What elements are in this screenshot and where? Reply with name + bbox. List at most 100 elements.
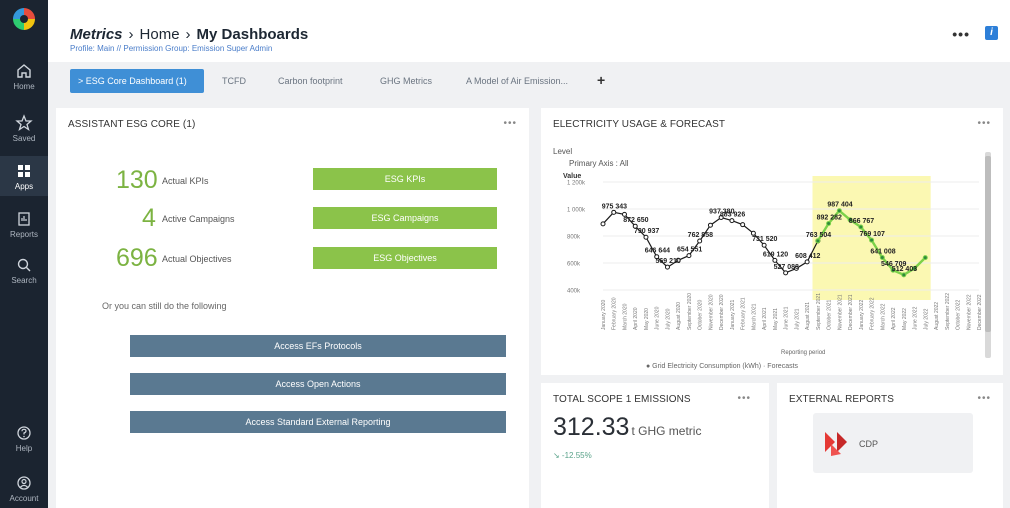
esg-kpis-button[interactable]: ESG KPIs (313, 168, 497, 190)
esg-objectives-button[interactable]: ESG Objectives (313, 247, 497, 269)
x-tick-label: July 2020 (665, 308, 671, 330)
data-label: 646 644 (645, 248, 670, 255)
panel-title: EXTERNAL REPORTS (789, 394, 894, 405)
x-tick-label: February 2022 (870, 297, 876, 330)
data-label: 769 107 (860, 231, 885, 238)
access-external-reporting-button[interactable]: Access Standard External Reporting (130, 411, 506, 433)
chart-scrollbar-thumb[interactable] (985, 156, 991, 332)
esg-campaigns-button[interactable]: ESG Campaigns (313, 207, 497, 229)
cdp-report-card[interactable]: CDP (813, 413, 973, 473)
chart-legend: ● Grid Electricity Consumption (kWh) · F… (646, 363, 799, 370)
data-point (804, 259, 810, 265)
home-icon (17, 64, 31, 78)
sidebar-label-saved: Saved (12, 134, 36, 143)
info-icon[interactable]: i (985, 26, 998, 40)
x-tick-label: June 2020 (655, 306, 661, 330)
data-label: 569 210 (655, 258, 680, 265)
kpi-label-actual-objectives: Actual Objectives (162, 254, 232, 264)
sidebar-item-help[interactable]: Help (0, 420, 48, 456)
tab-tcfd[interactable]: TCFD (222, 69, 246, 93)
breadcrumb-my-dashboards[interactable]: My Dashboards (197, 26, 309, 43)
x-tick-label: November 2020 (708, 294, 714, 330)
data-label: 527 088 (774, 264, 799, 271)
data-label: 883 926 (720, 212, 745, 219)
x-tick-label: April 2020 (633, 307, 639, 330)
x-tick-label: March 2022 (880, 303, 886, 330)
data-point (836, 208, 842, 214)
access-efs-protocols-button[interactable]: Access EFs Protocols (130, 335, 506, 357)
kpi-label-active-campaigns: Active Campaigns (162, 214, 235, 224)
data-label: 762 858 (688, 232, 713, 239)
sidebar-item-saved[interactable]: Saved (0, 110, 48, 146)
panel-title: TOTAL SCOPE 1 EMISSIONS (553, 394, 691, 405)
data-label: 872 650 (623, 217, 648, 224)
sidebar-item-reports[interactable]: Reports (0, 206, 48, 242)
x-tick-label: February 2020 (612, 297, 618, 330)
search-icon (17, 258, 31, 272)
esg-core-panel: ASSISTANT ESG CORE (1) ••• 130 Actual KP… (56, 108, 529, 508)
apps-grid-icon (18, 165, 30, 177)
sidebar-label-search: Search (11, 276, 37, 285)
x-tick-label: October 2021 (827, 299, 833, 330)
kpi-label-actual-kpis: Actual KPIs (162, 176, 209, 186)
more-options-button[interactable]: ••• (952, 26, 970, 42)
tab-air-emission-model[interactable]: A Model of Air Emission... (466, 69, 568, 93)
hint-text: Or you can still do the following (102, 301, 227, 311)
data-point (686, 253, 692, 259)
data-point (879, 254, 885, 260)
breadcrumb-separator: › (128, 26, 134, 43)
breadcrumb-metrics[interactable]: Metrics (70, 26, 123, 43)
cdp-label: CDP (859, 439, 879, 449)
data-point (707, 222, 713, 228)
x-tick-label: September 2022 (945, 293, 951, 330)
x-tick-label: March 2020 (622, 303, 628, 330)
tab-ghg-metrics[interactable]: GHG Metrics (380, 69, 432, 93)
sidebar-item-search[interactable]: Search (0, 252, 48, 288)
data-point (600, 221, 606, 227)
y-tick-label: 400k (567, 289, 581, 295)
data-label: 975 343 (602, 203, 627, 210)
y-tick-label: 1 200k (567, 181, 586, 187)
sidebar-item-home[interactable]: Home (0, 58, 48, 94)
data-point (815, 238, 821, 244)
data-point (783, 270, 789, 276)
external-reports-panel: EXTERNAL REPORTS ••• CDP (777, 383, 1003, 508)
y-tick-label: 800k (567, 235, 581, 241)
data-point (761, 242, 767, 248)
scope1-emissions-panel: TOTAL SCOPE 1 EMISSIONS ••• 312.33 t GHG … (541, 383, 769, 508)
value-axis-title: Value (563, 173, 581, 180)
sidebar-label-help: Help (15, 444, 33, 453)
tab-carbon-footprint[interactable]: Carbon footprint (278, 69, 343, 93)
x-tick-label: February 2021 (741, 297, 747, 330)
data-point (697, 238, 703, 244)
x-tick-label: June 2021 (784, 306, 790, 330)
panel-menu-button[interactable]: ••• (977, 393, 991, 404)
scope1-unit: t GHG metric (631, 424, 702, 438)
x-tick-label: July 2022 (923, 308, 929, 330)
panel-menu-button[interactable]: ••• (737, 393, 751, 404)
app-logo[interactable] (13, 8, 35, 30)
data-label: 790 937 (634, 228, 659, 235)
data-point (858, 224, 864, 230)
x-tick-label: December 2021 (848, 294, 854, 330)
x-tick-label: January 2020 (601, 299, 607, 330)
breadcrumb-home[interactable]: Home (140, 26, 180, 43)
profile-permission-link[interactable]: Profile: Main // Permission Group: Emiss… (70, 44, 272, 53)
sidebar-item-apps[interactable]: Apps (0, 156, 48, 196)
level-label: Level (553, 147, 572, 156)
data-label: 763 504 (806, 232, 831, 239)
sidebar-label-reports: Reports (9, 230, 38, 239)
panel-title: ASSISTANT ESG CORE (1) (68, 119, 196, 130)
sidebar-label-account: Account (9, 494, 39, 503)
x-tick-label: May 2021 (773, 308, 779, 330)
tab-esg-core-dashboard[interactable]: > ESG Core Dashboard (1) (70, 69, 204, 93)
scope1-number: 312.33 (553, 413, 630, 441)
x-tick-label: March 2021 (751, 303, 757, 330)
panel-menu-button[interactable]: ••• (503, 118, 517, 129)
add-tab-button[interactable]: + (597, 69, 605, 93)
access-open-actions-button[interactable]: Access Open Actions (130, 373, 506, 395)
sidebar-item-account[interactable]: Account (0, 470, 48, 506)
data-label: 641 008 (870, 248, 895, 255)
electricity-chart[interactable]: Level Primary Axis : All Value Reporting… (541, 108, 1003, 375)
account-icon (17, 476, 31, 490)
